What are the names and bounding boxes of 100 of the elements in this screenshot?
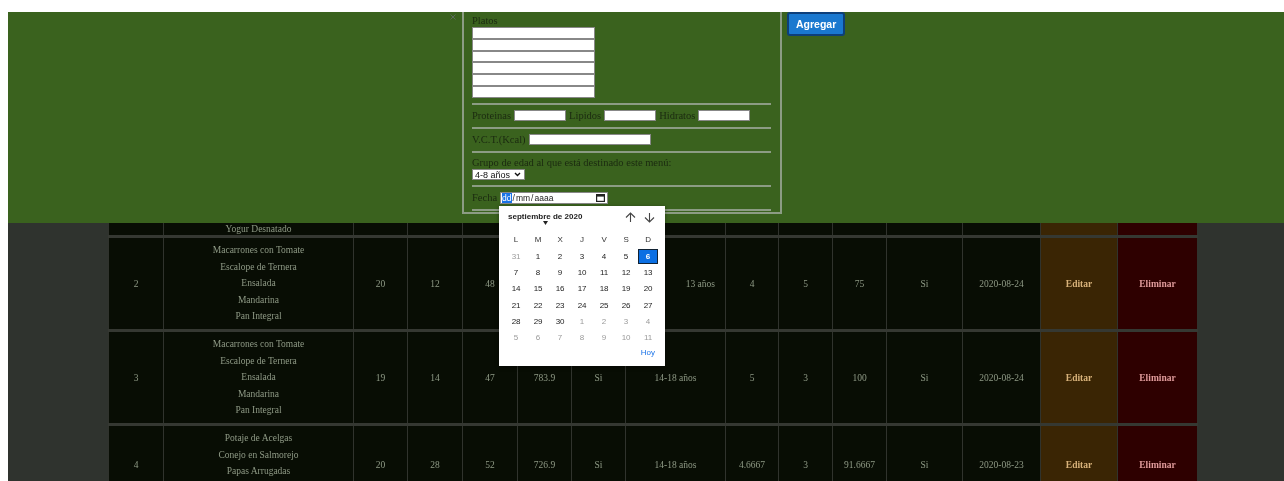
edit-link[interactable]: Editar	[1065, 278, 1093, 289]
table-cell: 14	[430, 372, 440, 383]
calendar-day[interactable]: 10	[572, 265, 593, 280]
input-field[interactable]	[514, 109, 567, 121]
date-field[interactable]: dd/mm/aaaa	[500, 191, 609, 204]
input-field[interactable]	[528, 133, 651, 145]
dish-name: Yogur Desnatado	[224, 223, 293, 235]
table-cell: Si	[920, 278, 929, 289]
dish-name: Escalope de Ternera	[219, 260, 298, 274]
dish-name: Ensalada	[240, 371, 277, 385]
calendar-day[interactable]: 19	[616, 281, 637, 297]
input-field[interactable]	[472, 62, 595, 75]
table-cell: 3	[803, 372, 808, 383]
calendar-day[interactable]: 2	[550, 248, 571, 264]
dish-name: Mandarina	[236, 387, 281, 401]
calendar-day[interactable]: 25	[594, 297, 615, 313]
table-cell: 2020-08-24	[979, 372, 1024, 383]
calendar-day[interactable]: 16	[550, 281, 571, 297]
calendar-day[interactable]: 15	[528, 281, 549, 297]
table-cell: 2020-08-23	[979, 460, 1024, 470]
table-cell: 2020-08-24	[979, 278, 1024, 289]
calendar-day[interactable]: 18	[594, 281, 615, 297]
dish-name: Escalope de Ternera	[219, 354, 298, 368]
table-cell: 28	[430, 460, 440, 470]
table-cell: 14-18 años	[654, 372, 697, 383]
calendar-day[interactable]: 20	[638, 281, 659, 297]
delete-link[interactable]: Eliminar	[1139, 278, 1176, 289]
arrow-up-icon[interactable]	[625, 211, 637, 223]
calendar-day[interactable]: 24	[572, 297, 593, 313]
weekday-label: L	[513, 235, 519, 245]
weekday-label: D	[645, 235, 651, 245]
weekday-label: S	[623, 235, 629, 245]
table-cell: Si	[920, 372, 929, 383]
table-cell: 4.6667	[738, 460, 766, 470]
table-cell: 12	[430, 278, 440, 289]
table-cell: 47	[485, 372, 495, 383]
delete-link[interactable]: Eliminar	[1139, 372, 1176, 383]
table-cell: 783.9	[533, 372, 556, 383]
dish-name: Macarrones con Tomate	[211, 338, 306, 352]
table-cell: 20	[375, 278, 386, 289]
add-button[interactable]: Agregar	[787, 12, 846, 36]
calendar-day[interactable]: 27	[638, 297, 659, 313]
row-number: 3	[133, 372, 139, 383]
calendar-day[interactable]: 1	[528, 248, 549, 264]
table-cell: Si	[594, 372, 603, 383]
table-cell: 91.6667	[844, 460, 875, 470]
input-field[interactable]	[472, 74, 595, 86]
input-field[interactable]	[472, 27, 595, 39]
calendar-icon[interactable]	[596, 193, 606, 202]
edit-link[interactable]: Editar	[1065, 460, 1093, 470]
table-cell: 5	[803, 278, 808, 289]
caret-icon[interactable]	[542, 220, 548, 225]
calendar-day[interactable]: 13	[638, 265, 659, 280]
arrow-down-icon[interactable]	[644, 211, 656, 223]
month-title[interactable]: septiembre de 2020	[508, 211, 583, 221]
calendar-day[interactable]: 28	[506, 313, 527, 329]
input-field[interactable]	[698, 109, 751, 121]
edit-link[interactable]: Editar	[1065, 372, 1093, 383]
calendar-day[interactable]: 9	[550, 265, 571, 280]
calendar-day[interactable]: 5	[616, 248, 637, 264]
calendar-day[interactable]: 8	[528, 265, 549, 280]
field-label: V.C.T.(Kcal)	[472, 133, 526, 145]
table-cell: 5	[749, 372, 755, 383]
calendar-day[interactable]: 7	[506, 265, 527, 280]
dish-name: Conejo en Salmorejo	[217, 448, 300, 462]
table-cell: 3	[803, 460, 808, 470]
input-field[interactable]	[604, 109, 657, 121]
calendar-day[interactable]: 21	[506, 297, 527, 313]
calendar-day[interactable]: 12	[616, 265, 637, 280]
age-group-select[interactable]: 4-8 años	[472, 169, 525, 181]
dish-name: Potaje de Acelgas	[223, 432, 294, 445]
dish-name: Pan Integral	[234, 404, 283, 418]
calendar-day[interactable]: 30	[550, 313, 571, 329]
dish-name: Pan Integral	[234, 310, 283, 324]
table-cell: 14-18 años	[654, 460, 697, 470]
today-button[interactable]: Hoy	[640, 347, 656, 357]
chevron-icon[interactable]	[514, 172, 522, 178]
calendar-day[interactable]: 11	[594, 265, 615, 280]
weekday-label: M	[534, 235, 542, 245]
table-cell: 4	[749, 278, 755, 289]
table-cell: Si	[594, 460, 603, 470]
delete-link[interactable]: Eliminar	[1139, 460, 1176, 470]
table-cell: 52	[485, 460, 495, 470]
row-number: 2	[133, 278, 139, 289]
calendar-day[interactable]: 4	[594, 248, 615, 264]
table-cell: 48	[485, 278, 495, 289]
weekday-label: V	[601, 235, 607, 245]
calendar-day[interactable]: 29	[528, 313, 549, 329]
row-number: 4	[133, 460, 139, 470]
calendar-day[interactable]: 6	[638, 248, 659, 264]
dish-name: Ensalada	[240, 277, 277, 291]
calendar-day[interactable]: 17	[572, 281, 593, 297]
calendar-day[interactable]: 14	[506, 281, 527, 297]
calendar-day[interactable]: 22	[528, 297, 549, 313]
table-cell: 726.9	[533, 460, 556, 470]
weekday-label: J	[580, 235, 585, 245]
calendar-day[interactable]: 26	[616, 297, 637, 313]
dish-name: Mandarina	[236, 293, 281, 307]
calendar-day[interactable]: 23	[550, 297, 571, 313]
calendar-day[interactable]: 3	[572, 248, 593, 264]
